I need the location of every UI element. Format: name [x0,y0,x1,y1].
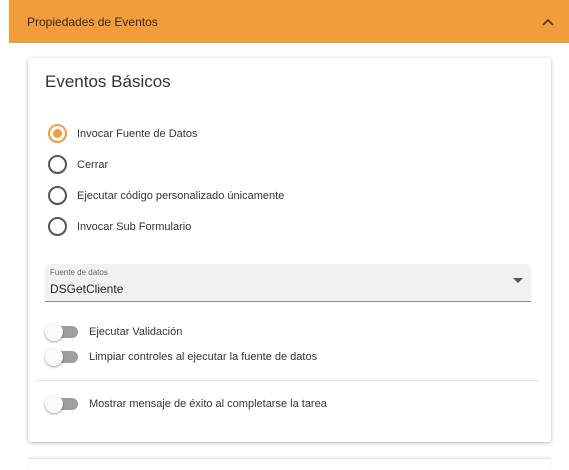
toggle-label: Ejecutar Validación [89,326,183,338]
radio-label: Cerrar [77,158,109,171]
radio-option-ejecutar-codigo[interactable]: Ejecutar código personalizado únicamente [48,180,284,211]
radio-option-cerrar[interactable]: Cerrar [48,149,284,180]
toggle-label: Mostrar mensaje de éxito al completarse … [89,398,327,410]
radio-button[interactable] [48,217,67,236]
toggle-switch[interactable] [45,323,79,341]
radio-label: Invocar Fuente de Datos [77,127,198,140]
toggle-label: Limpiar controles al ejecutar la fuente … [89,351,318,363]
toggle-limpiar-controles[interactable]: Limpiar controles al ejecutar la fuente … [45,348,317,366]
radio-button[interactable] [48,124,67,143]
toggle-ejecutar-validacion[interactable]: Ejecutar Validación [45,323,182,341]
chevron-up-icon[interactable] [539,13,557,31]
datasource-select[interactable]: Fuente de datos DSGetCliente [45,264,531,302]
radio-option-invocar-subformulario[interactable]: Invocar Sub Formulario [48,211,284,242]
caret-down-icon[interactable] [513,278,523,283]
radio-button[interactable] [48,155,67,174]
radio-label: Invocar Sub Formulario [77,220,192,233]
divider [36,380,539,381]
panel-header[interactable]: Propiedades de Eventos [9,0,569,43]
toggle-switch[interactable] [45,348,79,366]
toggle-mostrar-mensaje[interactable]: Mostrar mensaje de éxito al completarse … [45,395,327,413]
datasource-select-value: DSGetCliente [50,282,124,296]
radio-option-invocar-fuente[interactable]: Invocar Fuente de Datos [48,118,284,149]
radio-button[interactable] [48,186,67,205]
datasource-select-label: Fuente de datos [50,268,108,277]
panel-title: Propiedades de Eventos [27,14,158,29]
toggle-switch[interactable] [45,395,79,413]
radio-label: Ejecutar código personalizado únicamente [77,189,285,202]
basic-events-card: Eventos Básicos Invocar Fuente de Datos … [28,58,551,442]
next-card-edge [28,458,551,470]
event-type-radio-group: Invocar Fuente de Datos Cerrar Ejecutar … [48,118,284,242]
card-title: Eventos Básicos [45,72,171,91]
